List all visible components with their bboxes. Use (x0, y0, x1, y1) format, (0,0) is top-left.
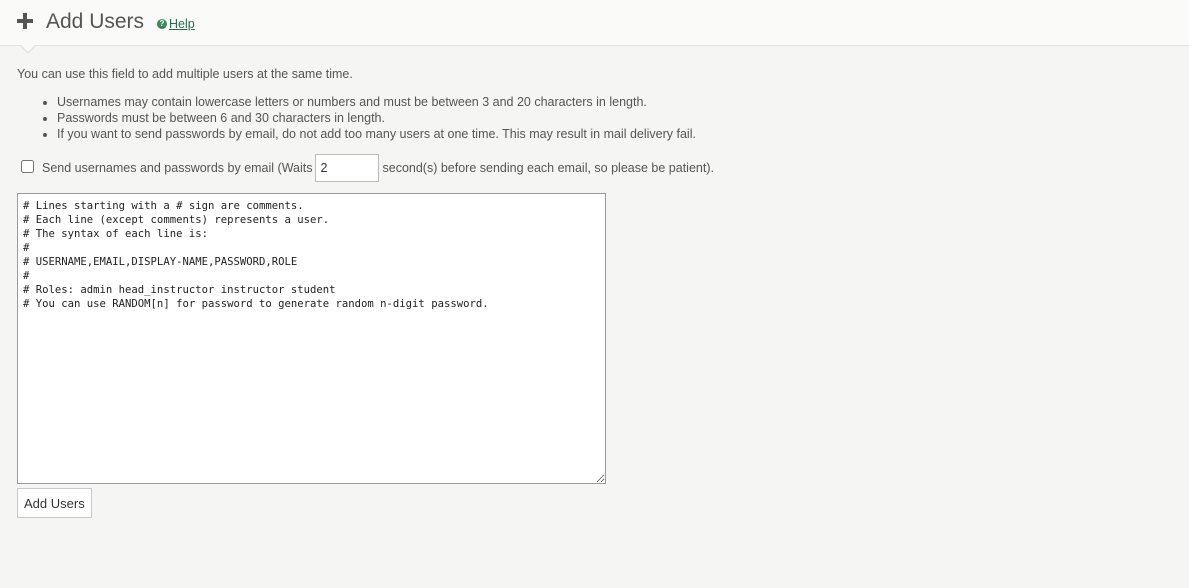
rule-email-warning: If you want to send passwords by email, … (57, 126, 696, 142)
rule-username: Usernames may contain lowercase letters … (57, 94, 696, 110)
email-option-row: Send usernames and passwords by email (W… (17, 153, 714, 183)
rule-password: Passwords must be between 6 and 30 chara… (57, 110, 696, 126)
page-title: Add Users (46, 10, 145, 33)
users-textarea[interactable]: # Lines starting with a # sign are comme… (17, 193, 606, 484)
email-option-label-before: Send usernames and passwords by email (W… (42, 161, 313, 175)
add-users-button[interactable]: Add Users (17, 488, 92, 518)
question-circle-icon: ? (157, 19, 167, 29)
wait-seconds-input[interactable] (314, 154, 379, 182)
email-option-label-after: second(s) before sending each email, so … (382, 161, 714, 175)
rules-list: Usernames may contain lowercase letters … (17, 94, 696, 142)
help-link[interactable]: ? Help (157, 17, 195, 31)
help-label: Help (169, 17, 195, 31)
plus-icon (17, 13, 33, 29)
send-email-checkbox[interactable] (21, 159, 34, 173)
intro-text: You can use this field to add multiple u… (17, 67, 353, 81)
header-notch-fill (20, 44, 36, 52)
